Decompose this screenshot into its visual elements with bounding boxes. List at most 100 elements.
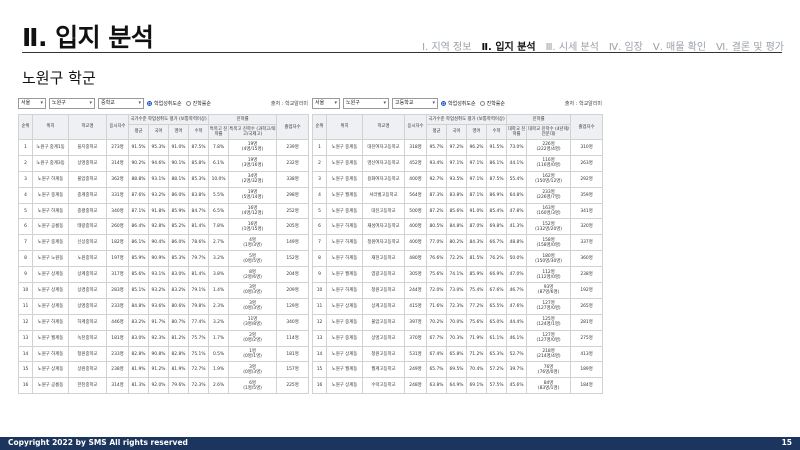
rate-cell: 1.4% xyxy=(208,282,230,299)
math-cell: 78.6% xyxy=(187,234,210,252)
math-cell: 57.5% xyxy=(485,377,508,395)
math-cell: 57.2% xyxy=(485,361,508,379)
location-cell: 노원구 중계동 xyxy=(326,313,363,331)
avg-cell: 72.0% xyxy=(426,282,447,299)
students-cell: 564명 xyxy=(404,186,427,204)
count-breakdown: (214명/4명) xyxy=(536,354,561,360)
table-row: 9 노원구 상계동 상계중학교 317명 85.6% 93.1% 83.0% 81.4% 3.8… xyxy=(18,266,310,284)
location-cell: 노원구 월계동 xyxy=(32,329,69,347)
city-select[interactable]: 서울 xyxy=(18,98,46,109)
school-name-cell: 상경중학교 xyxy=(68,282,107,299)
sort-admission-radio[interactable]: 진학률순 xyxy=(479,100,505,107)
avg-cell: 65.7% xyxy=(426,361,447,379)
school-name-cell: 태랑중학교 xyxy=(68,218,107,236)
district-select[interactable]: 노원구 xyxy=(49,98,95,109)
table-row: 8 노원구 노원동 노원중학교 197명 85.9% 90.9% 85.3% 79.7% 3.2… xyxy=(18,250,310,268)
rank-cell: 7 xyxy=(18,234,33,252)
math-cell: 83.8% xyxy=(187,186,210,204)
rank-cell: 11 xyxy=(18,297,33,315)
math-cell: 79.7% xyxy=(187,250,210,268)
count-cell: 226명 (222명/4명) xyxy=(526,139,572,156)
district-select[interactable]: 노원구 xyxy=(343,98,389,109)
korean-cell: 97.1% xyxy=(446,154,467,172)
school-name-cell: 녹천중학교 xyxy=(68,329,107,347)
rate-cell: 48.8% xyxy=(506,234,528,252)
count-cell: 3명 (0명/3명) xyxy=(228,297,278,315)
location-cell: 노원구 상계동 xyxy=(32,282,69,299)
graduates-cell: 292명 xyxy=(570,170,604,188)
table-row: 1 노원구 중계1동 을지중학교 273명 91.5% 95.3% 91.0% 87.5% 7.… xyxy=(18,139,310,156)
students-cell: 331명 xyxy=(106,186,129,204)
math-cell: 65.3% xyxy=(485,345,508,363)
nav-item-conclusion[interactable]: Ⅵ. 결론 및 평가 xyxy=(716,38,784,53)
school-level-select[interactable]: 고등학교 xyxy=(392,98,438,109)
rate-cell: 3.2% xyxy=(208,250,230,268)
math-cell: 79.1% xyxy=(187,282,210,299)
header-admission-group: 진학률 xyxy=(506,114,572,125)
page-title: Ⅱ. 입지 분석 xyxy=(22,23,154,52)
rate-cell: 47.0% xyxy=(506,266,528,284)
korean-cell: 93.6% xyxy=(148,297,169,315)
count-cell: 84명 (83명/1명) xyxy=(526,377,572,395)
english-cell: 69.1% xyxy=(466,377,487,395)
math-cell: 67.6% xyxy=(485,282,508,299)
english-cell: 83.2% xyxy=(168,282,189,299)
graduates-cell: 413명 xyxy=(570,345,604,363)
korean-cell: 65.8% xyxy=(446,345,467,363)
school-name-cell: 월계고등학교 xyxy=(362,361,405,379)
avg-cell: 93.4% xyxy=(426,154,447,172)
school-level-select[interactable]: 중학교 xyxy=(98,98,144,109)
rank-cell: 6 xyxy=(18,218,33,236)
school-name-cell: 청원중학교 xyxy=(68,345,107,363)
nav-item-region[interactable]: Ⅰ. 지역 정보 xyxy=(422,38,471,53)
sort-achievement-radio[interactable]: 학업성취도순 xyxy=(441,100,476,107)
count-cell: 93명 (87명/6명) xyxy=(526,282,572,299)
rate-cell: 47.6% xyxy=(506,297,528,315)
city-select[interactable]: 서울 xyxy=(312,98,340,109)
avg-cell: 76.6% xyxy=(426,250,447,268)
avg-cell: 87.2% xyxy=(426,202,447,220)
korean-cell: 73.0% xyxy=(446,282,467,299)
location-cell: 노원구 중계동 xyxy=(326,329,363,347)
sort-achievement-radio[interactable]: 학업성취도순 xyxy=(147,100,182,107)
count-cell: 6명 (1명/5명) xyxy=(228,377,278,395)
location-cell: 노원구 하계동 xyxy=(326,234,363,252)
count-cell: 125명 (124명/1명) xyxy=(526,313,572,331)
graduates-cell: 341명 xyxy=(570,202,604,220)
nav-item-visit[interactable]: Ⅳ. 임장 xyxy=(609,38,643,53)
nav-item-location[interactable]: Ⅱ. 입지 분석 xyxy=(481,38,535,53)
count-breakdown: (2명/32명) xyxy=(241,179,264,185)
avg-cell: 87.1% xyxy=(128,202,149,220)
count-cell: 19명 (3명/16명) xyxy=(228,154,278,172)
count-cell: 116명 (116명/0명) xyxy=(526,154,572,172)
rate-cell: 52.7% xyxy=(506,345,528,363)
table-row: 4 노원구 중계동 중계중학교 331명 87.6% 93.2% 86.0% 83.8% 5.5… xyxy=(18,186,310,204)
nav-item-price[interactable]: Ⅲ. 시세 분석 xyxy=(546,38,599,53)
count-cell: 233명 (226명/7명) xyxy=(526,186,572,204)
graduates-cell: 204명 xyxy=(276,266,310,284)
avg-cell: 92.7% xyxy=(426,170,447,188)
table-row: 12 노원구 중계동 불암고등학교 397명 70.2% 70.0% 75.6% 65.0% 4… xyxy=(312,313,604,331)
math-cell: 86.9% xyxy=(485,186,508,204)
nav-item-listing[interactable]: Ⅴ. 매물 확인 xyxy=(653,38,706,53)
count-cell: 127명 (127명/0명) xyxy=(526,329,572,347)
header-english: 영어 xyxy=(168,124,189,140)
graduates-cell: 320명 xyxy=(570,218,604,236)
graduates-cell: 238명 xyxy=(570,266,604,284)
rank-cell: 7 xyxy=(312,234,327,252)
sort-admission-radio[interactable]: 진학률순 xyxy=(185,100,211,107)
students-cell: 400명 xyxy=(404,218,427,236)
radio-empty-icon xyxy=(479,101,485,106)
graduates-cell: 157명 xyxy=(276,361,310,379)
students-cell: 314명 xyxy=(106,154,129,172)
english-cell: 81.5% xyxy=(466,250,487,268)
location-cell: 노원구 상계동 xyxy=(32,266,69,284)
math-cell: 86.1% xyxy=(485,154,508,172)
location-cell: 노원구 중계3동 xyxy=(32,154,69,172)
rate-cell: 7.8% xyxy=(208,139,230,156)
rank-cell: 12 xyxy=(312,313,327,331)
english-cell: 85.9% xyxy=(168,202,189,220)
count-breakdown: (0명/2명) xyxy=(243,338,262,344)
english-cell: 91.0% xyxy=(466,202,487,220)
math-cell: 75.7% xyxy=(187,329,210,347)
